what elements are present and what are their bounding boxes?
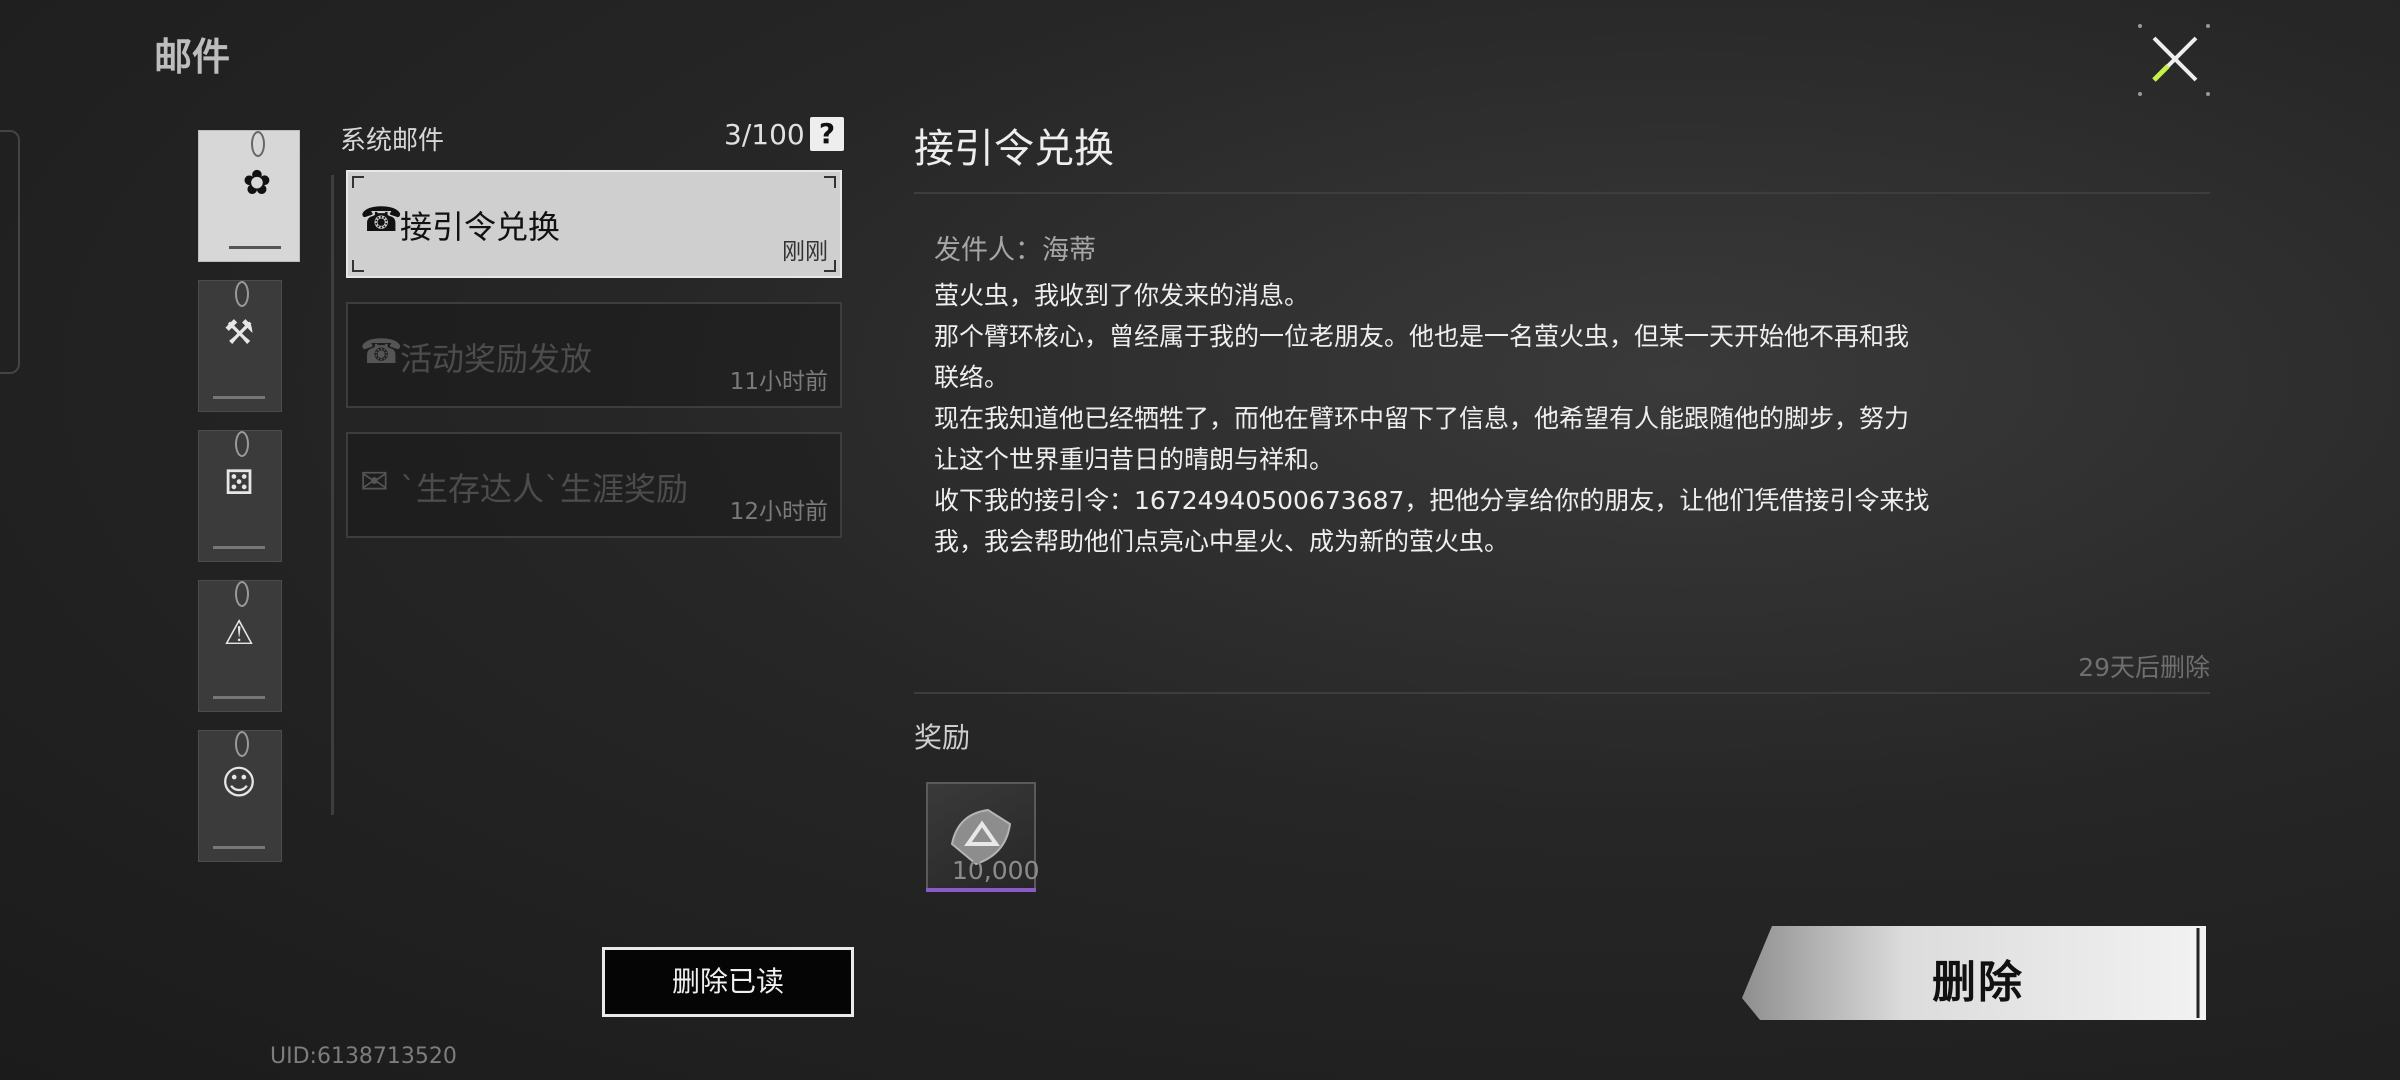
list-header: 系统邮件 xyxy=(340,126,445,156)
envelope-icon: ✉ xyxy=(360,462,389,502)
category-tab-warning[interactable]: ⚠ xyxy=(198,580,282,712)
user-id: UID:6138713520 xyxy=(270,1044,457,1069)
phone-icon: ☎ xyxy=(360,332,403,372)
mail-subject: 接引令兑换 xyxy=(914,126,1114,172)
mail-body-line: 萤火虫，我收到了你发来的消息。 xyxy=(934,281,1310,310)
mail-item-time: 12小时前 xyxy=(729,499,828,525)
phone-icon: ☎ xyxy=(360,200,403,240)
hammer-icon: ⚒ xyxy=(223,313,255,353)
mail-item-time: 11小时前 xyxy=(729,369,828,395)
mail-count: 3/100 xyxy=(724,118,805,151)
mail-item-title: 活动奖励发放 xyxy=(400,340,593,378)
reward-rarity-bar xyxy=(926,888,1036,892)
side-drawer-handle[interactable] xyxy=(0,130,20,374)
reward-quantity: 10,000 xyxy=(952,856,1040,885)
avatar-icon: ☺ xyxy=(221,763,257,803)
mail-sender: 发件人：海蒂 xyxy=(934,235,1096,266)
mail-item[interactable]: ☎ 接引令兑换 刚刚 xyxy=(346,170,842,278)
category-tab-character[interactable]: ☺ xyxy=(198,730,282,862)
mail-body-line: 我，我会帮助他们点亮心中星火、成为新的萤火虫。 xyxy=(934,527,1510,556)
question-icon[interactable]: ? xyxy=(810,117,844,151)
reward-label: 奖励 xyxy=(914,721,971,754)
delete-button-label: 删除 xyxy=(1932,957,2024,1008)
mail-item-title: 接引令兑换 xyxy=(400,208,561,246)
mail-item-title: `生存达人`生涯奖励 xyxy=(400,470,689,508)
warning-icon: ⚠ xyxy=(223,613,255,653)
divider xyxy=(914,192,2210,194)
category-tab-general[interactable]: ✿ xyxy=(198,130,300,262)
mail-item-time: 刚刚 xyxy=(782,239,828,265)
category-tab-dice[interactable]: ⚄ xyxy=(198,430,282,562)
mail-item[interactable]: ☎ 活动奖励发放 11小时前 xyxy=(346,302,842,408)
close-icon[interactable] xyxy=(2136,22,2212,98)
list-divider xyxy=(331,175,334,815)
divider xyxy=(914,692,2210,694)
page-title: 邮件 xyxy=(154,35,231,79)
category-tab-hammer[interactable]: ⚒ xyxy=(198,280,282,412)
dice-icon: ⚄ xyxy=(224,463,254,503)
mail-body-line: 联络。 xyxy=(934,363,1010,392)
delete-read-button[interactable]: 删除已读 xyxy=(602,947,854,1017)
mail-item[interactable]: ✉ `生存达人`生涯奖励 12小时前 xyxy=(346,432,842,538)
flower-icon: ✿ xyxy=(242,163,272,203)
mail-body-line: 那个臂环核心，曾经属于我的一位老朋友。他也是一名萤火虫，但某一天开始他不再和我 xyxy=(934,322,1910,351)
mail-body-line: 现在我知道他已经牺牲了，而他在臂环中留下了信息，他希望有人能跟随他的脚步，努力 xyxy=(934,404,1910,433)
mail-body-line: 收下我的接引令：16724940500673687，把他分享给你的朋友，让他们凭… xyxy=(934,486,1930,515)
mail-body-line: 让这个世界重归昔日的晴朗与祥和。 xyxy=(934,445,1335,474)
expire-notice: 29天后删除 xyxy=(2078,653,2210,682)
